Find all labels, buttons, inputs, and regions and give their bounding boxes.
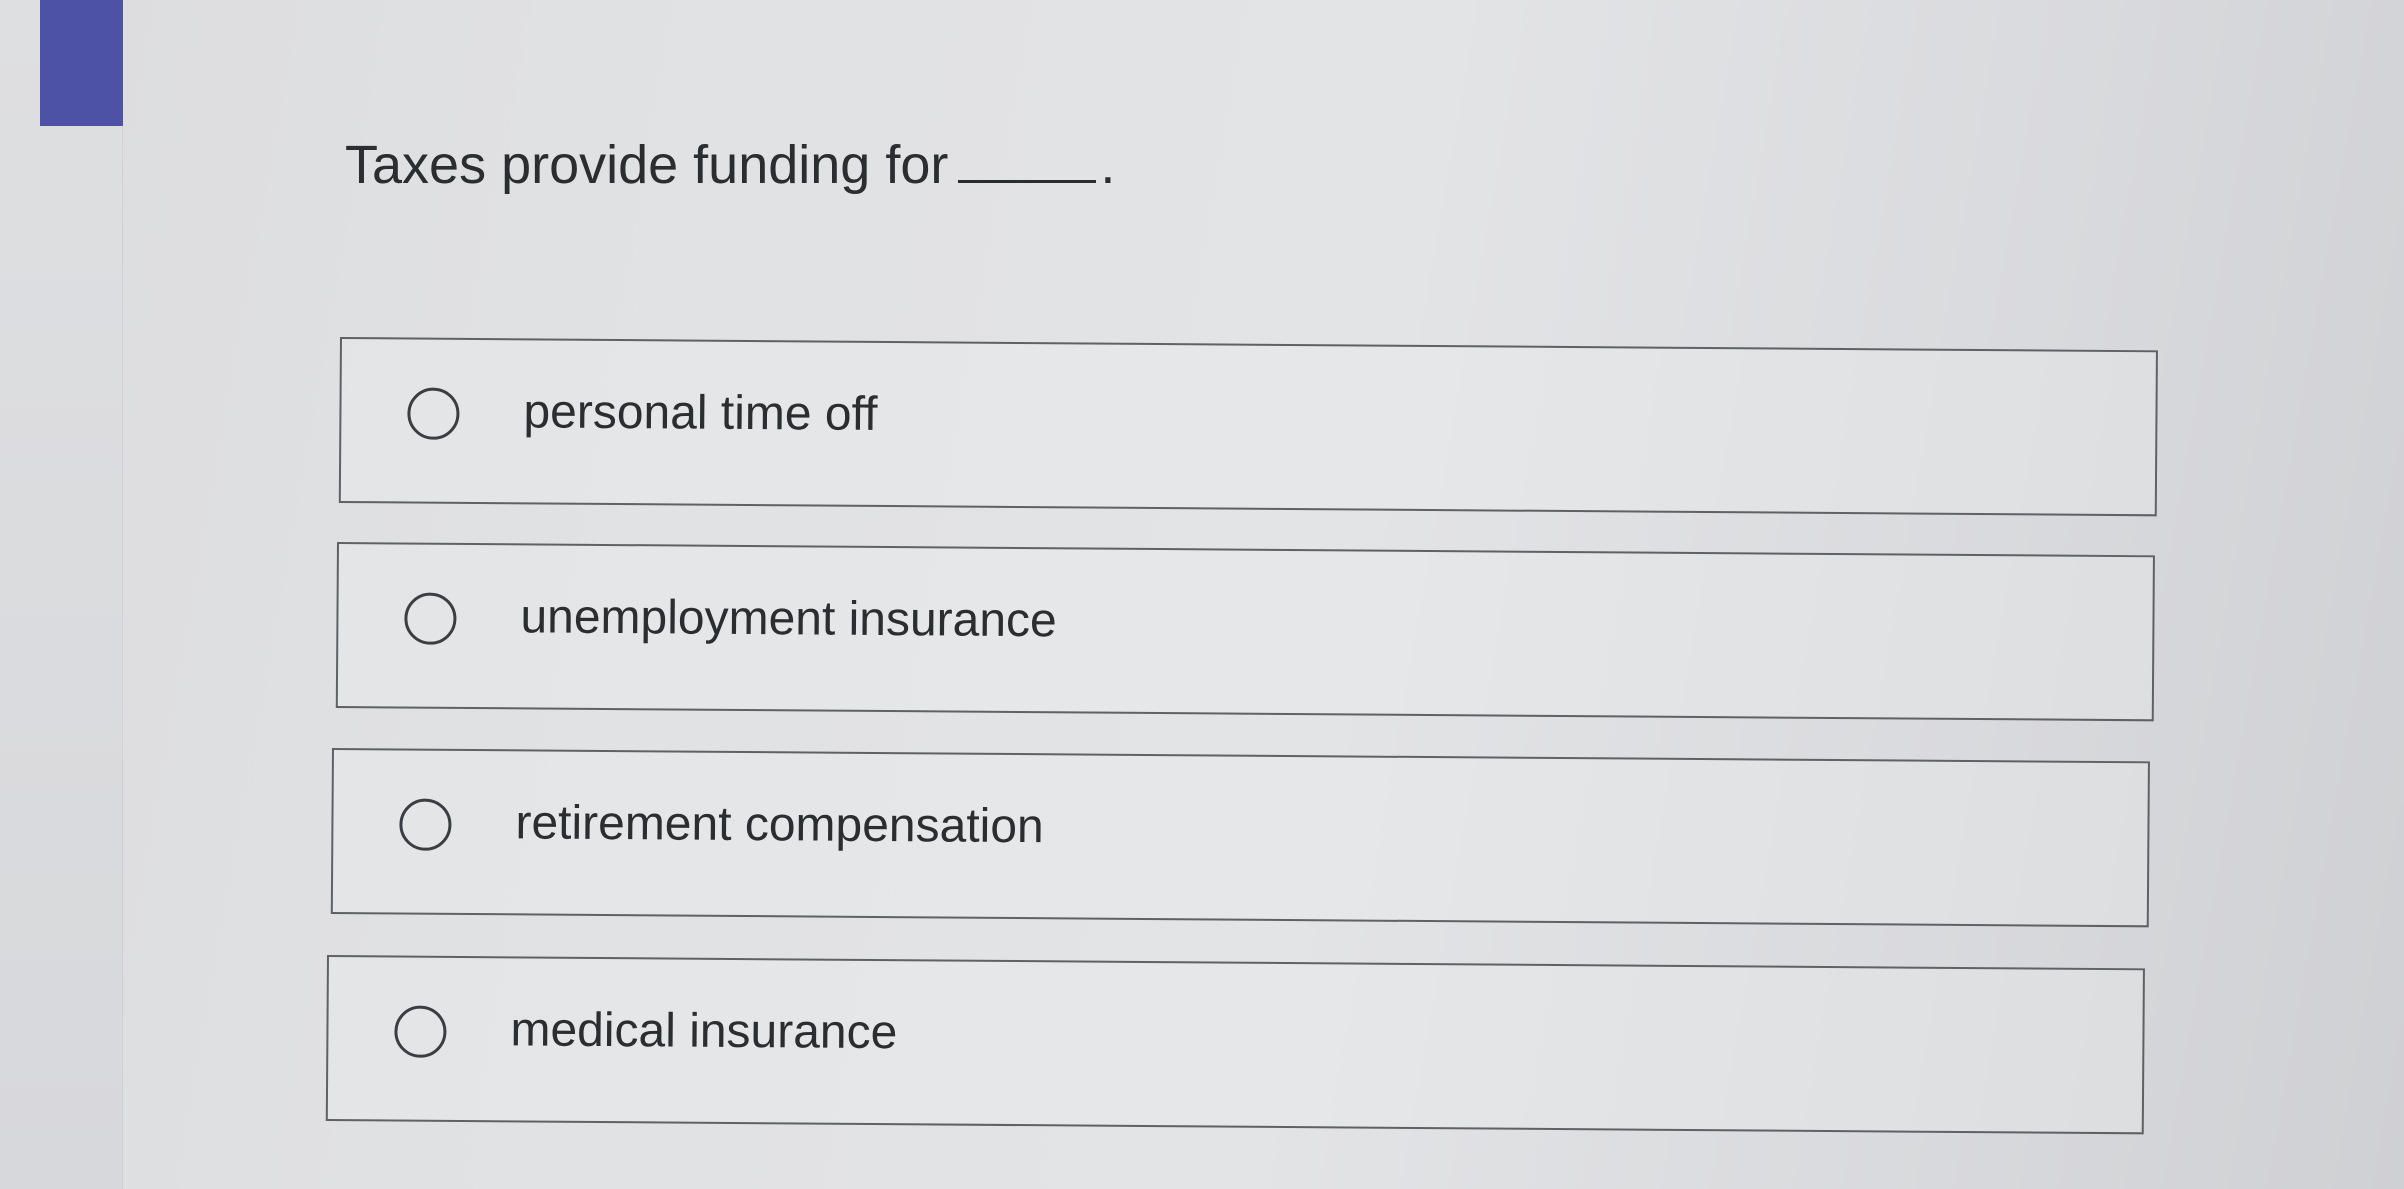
question-marker xyxy=(40,0,123,126)
option-label: unemployment insurance xyxy=(520,590,1057,648)
option-label: medical insurance xyxy=(510,1003,898,1060)
answer-option-unemployment-insurance[interactable]: unemployment insurance xyxy=(335,542,2155,722)
question-text: Taxes provide funding for xyxy=(345,135,949,195)
question-period: . xyxy=(1100,135,1116,195)
radio-button-icon[interactable] xyxy=(404,592,457,645)
left-gutter xyxy=(0,0,123,1189)
radio-button-icon[interactable] xyxy=(394,1005,447,1058)
option-label: retirement compensation xyxy=(515,796,1044,854)
radio-button-icon[interactable] xyxy=(407,387,460,440)
answer-option-personal-time-off[interactable]: personal time off xyxy=(338,337,2158,517)
radio-button-icon[interactable] xyxy=(399,798,452,851)
question-prompt: Taxes provide funding for. xyxy=(345,128,1115,201)
answer-blank xyxy=(958,128,1097,183)
option-label: personal time off xyxy=(523,385,878,441)
answer-option-medical-insurance[interactable]: medical insurance xyxy=(325,955,2145,1135)
answer-option-retirement-compensation[interactable]: retirement compensation xyxy=(330,748,2150,928)
